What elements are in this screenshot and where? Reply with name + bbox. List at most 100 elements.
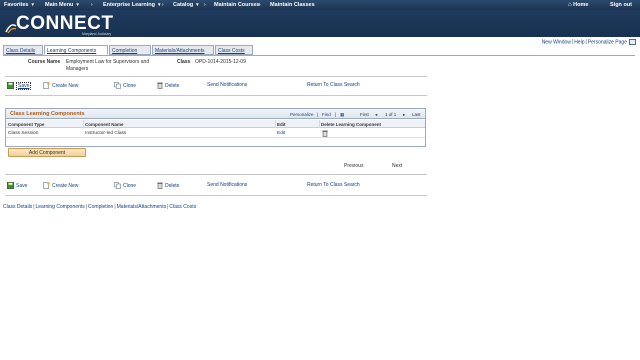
header-banner: CONNECT Maryland Judiciary	[0, 10, 640, 37]
home-icon: ⌂	[568, 2, 572, 8]
previous-button[interactable]: Previous	[344, 163, 363, 169]
grid-header: Class Learning Components Personalize | …	[6, 109, 425, 119]
bottom-tab-links: Class Details|Learning Components|Comple…	[3, 204, 196, 210]
breadcrumb-separator-icon: ›	[204, 2, 206, 8]
delete-label: Delete	[165, 182, 180, 189]
create-new-button-bottom[interactable]: Create New	[43, 182, 78, 189]
tab-learning-components[interactable]: Learning Components	[44, 45, 108, 55]
new-window-link[interactable]: New Window	[542, 39, 571, 45]
view-all-icon[interactable]: ▦	[340, 112, 344, 118]
home-label: Home	[573, 2, 589, 8]
home-link[interactable]: ⌂ Home	[568, 2, 588, 8]
clone-label: Clone	[123, 182, 137, 189]
create-new-icon	[43, 182, 50, 189]
course-name-value: Employment Law for Supervisors and Manag…	[66, 59, 150, 72]
tab-class-costs[interactable]: Class Costs	[215, 45, 253, 55]
trash-icon[interactable]	[322, 130, 328, 137]
personalize-page-link[interactable]: Personalize Page	[588, 39, 627, 45]
divider: |	[33, 204, 35, 210]
find-link[interactable]: Find	[322, 112, 331, 117]
link-class-details[interactable]: Class Details	[3, 204, 32, 210]
favorites-label: Favorites	[4, 2, 29, 8]
main-menu-label: Main Menu	[45, 2, 74, 8]
delete-button-bottom[interactable]: Delete	[157, 182, 179, 189]
divider	[5, 174, 427, 175]
divider	[5, 195, 427, 196]
divider: |	[585, 39, 587, 46]
chevron-down-icon: ▼	[75, 2, 80, 7]
breadcrumb-label: Catalog	[173, 2, 194, 8]
send-notifications-link[interactable]: Send Notifications	[207, 82, 247, 88]
return-to-class-search-link[interactable]: Return To Class Search	[307, 82, 360, 88]
divider: |	[571, 39, 574, 46]
breadcrumb-separator-icon: ›	[91, 2, 93, 8]
add-component-button[interactable]: Add Component	[8, 148, 86, 157]
link-materials-attachments[interactable]: Materials/Attachments	[117, 204, 166, 210]
column-header: Delete Learning Component	[321, 122, 382, 127]
divider: |	[85, 204, 88, 210]
divider: |	[335, 111, 337, 117]
main-menu[interactable]: Main Menu ▼	[45, 2, 80, 8]
top-nav-bar: Favorites ▼ Main Menu ▼ › Enterprise Learn…	[0, 0, 640, 10]
link-class-costs[interactable]: Class Costs	[169, 204, 196, 210]
delete-button[interactable]: Delete	[157, 82, 179, 89]
breadcrumb-maintain-classes[interactable]: Maintain Classes	[270, 2, 315, 8]
first-label: First	[360, 111, 369, 117]
grid-column-headers: Component Type Component Name Edit Delet…	[6, 120, 425, 128]
last-label: Last	[412, 111, 421, 117]
tab-completion[interactable]: Completion	[109, 45, 151, 55]
brand-subtitle: Maryland Judiciary	[82, 32, 112, 36]
next-row-icon[interactable]: ▸	[403, 112, 405, 118]
learning-components-grid: Class Learning Components Personalize | …	[5, 108, 426, 147]
next-button[interactable]: Next	[392, 163, 402, 169]
chevron-down-icon: ▼	[195, 2, 200, 7]
clone-icon	[114, 182, 121, 189]
clone-button[interactable]: Clone	[114, 82, 136, 89]
save-button-bottom[interactable]: Save	[7, 182, 27, 189]
table-row: Class Session Instructor-led Class Edit	[6, 128, 425, 138]
personalize-link[interactable]: Personalize	[290, 112, 314, 117]
divider: |	[114, 204, 116, 210]
breadcrumb-separator-icon: ›	[259, 2, 261, 8]
delete-label: Delete	[165, 82, 180, 89]
save-button[interactable]: Save	[7, 81, 32, 90]
breadcrumb-catalog[interactable]: Catalog ▼	[173, 2, 200, 8]
prev-row-icon[interactable]: ◂	[375, 112, 377, 118]
page-options-icon[interactable]	[629, 39, 636, 45]
divider	[5, 95, 427, 96]
create-new-label: Create New	[52, 182, 79, 189]
favorites-menu[interactable]: Favorites ▼	[4, 2, 35, 8]
clone-label: Clone	[123, 82, 137, 89]
breadcrumb-maintain-courses[interactable]: Maintain Courses	[214, 2, 260, 8]
tab-materials-attachments[interactable]: Materials/Attachments	[152, 45, 214, 55]
trash-icon	[157, 82, 163, 89]
grid-title: Class Learning Components	[10, 111, 85, 117]
breadcrumb-label: Enterprise Learning	[103, 2, 155, 8]
tab-divider	[3, 55, 635, 56]
utility-links: New Window|Help|Personalize Page	[542, 39, 636, 45]
create-new-button[interactable]: Create New	[43, 82, 78, 89]
edit-link[interactable]: Edit	[277, 131, 285, 136]
breadcrumb-separator-icon: ›	[162, 2, 164, 8]
send-notifications-link-bottom[interactable]: Send Notifications	[207, 182, 247, 188]
column-header: Component Type	[8, 122, 45, 127]
create-new-icon	[43, 82, 50, 89]
link-completion[interactable]: Completion	[88, 204, 113, 210]
link-learning-components[interactable]: Learning Components	[36, 204, 85, 210]
save-label: Save	[16, 81, 32, 90]
class-value: OPD-1014-2015-12-09	[195, 59, 246, 65]
divider	[5, 76, 427, 77]
class-label: Class	[177, 59, 191, 65]
sign-out-link[interactable]: Sign out	[610, 2, 632, 8]
save-icon	[7, 82, 14, 89]
tab-class-details[interactable]: Class Details	[3, 45, 43, 55]
column-header: Component Name	[85, 122, 124, 127]
return-to-class-search-link-bottom[interactable]: Return To Class Search	[307, 182, 360, 188]
clone-icon	[114, 82, 121, 89]
chevron-down-icon: ▼	[30, 2, 35, 7]
chevron-down-icon: ▼	[156, 2, 162, 7]
breadcrumb-enterprise-learning[interactable]: Enterprise Learning ▼	[103, 2, 161, 8]
component-name-cell: Instructor-led Class	[85, 131, 127, 136]
help-link[interactable]: Help	[574, 39, 584, 45]
clone-button-bottom[interactable]: Clone	[114, 182, 136, 189]
